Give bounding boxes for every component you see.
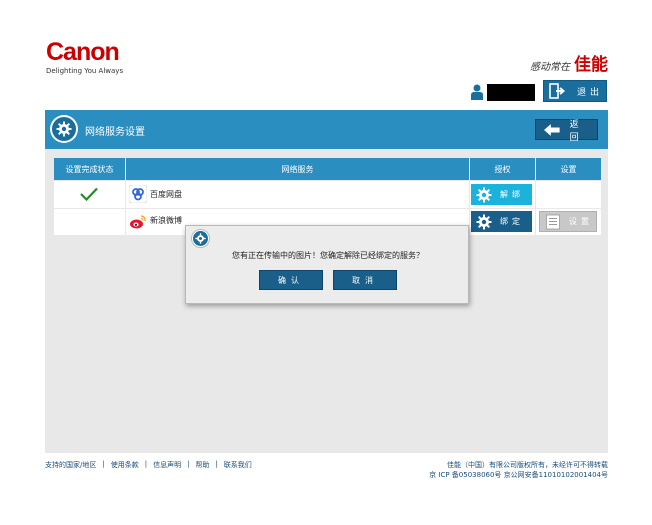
- user-name-redacted: [487, 84, 535, 101]
- back-arrow-icon: [544, 123, 560, 136]
- footer-link-contact[interactable]: 联系我们: [224, 460, 252, 470]
- header-settings: 设置: [536, 158, 601, 180]
- header-status: 设置完成状态: [54, 158, 126, 180]
- unbind-button[interactable]: 解绑: [471, 184, 532, 205]
- bind-button[interactable]: 绑定: [471, 211, 532, 232]
- weibo-icon: [130, 215, 146, 229]
- table-row: [54, 209, 125, 235]
- footer-link-help[interactable]: 帮助: [195, 460, 209, 470]
- table-row: 解绑: [470, 181, 535, 208]
- logout-button[interactable]: 退出: [543, 80, 607, 102]
- slogan-small: 感动常在: [530, 62, 570, 73]
- cancel-button[interactable]: 取消: [333, 270, 397, 290]
- table-row: [536, 181, 601, 208]
- service-name: 新浪微博: [150, 216, 182, 225]
- copyright: 佳能（中国）有限公司版权所有，未经许可不得转载 京 ICP 备05038060号…: [429, 460, 608, 480]
- slogan: 感动常在 佳能: [530, 50, 608, 75]
- gear-icon: [476, 187, 492, 202]
- panel-title: 网络服务设置: [85, 127, 145, 138]
- settings-label: 设置: [569, 217, 593, 226]
- bind-label: 绑定: [500, 217, 524, 226]
- footer-links: 支持的国家/地区 | 使用条款 | 信息声明 | 帮助 | 联系我们: [45, 460, 252, 470]
- dialog-message: 您有正在传输中的图片！您确定解除已经绑定的服务？: [232, 251, 424, 260]
- footer-link-regions[interactable]: 支持的国家/地区: [45, 460, 96, 470]
- baidu-icon: [129, 185, 147, 203]
- confirm-dialog: 您有正在传输中的图片！您确定解除已经绑定的服务？ 确认 取消: [185, 225, 469, 304]
- table-row: 设置: [536, 209, 601, 235]
- settings-button[interactable]: 设置: [539, 211, 597, 232]
- gear-icon: [50, 115, 78, 143]
- service-name: 百度网盘: [150, 190, 182, 199]
- table-row: [54, 181, 125, 208]
- footer-link-terms[interactable]: 使用条款: [111, 460, 139, 470]
- confirm-button[interactable]: 确认: [259, 270, 323, 290]
- brand-name: Canon: [46, 38, 120, 66]
- copyright-text: 佳能（中国）有限公司版权所有，未经许可不得转载: [447, 461, 608, 469]
- back-button[interactable]: 返回: [535, 119, 598, 143]
- gear-icon: [191, 229, 210, 248]
- check-icon: [80, 187, 98, 201]
- brand-tagline: Delighting You Always: [46, 67, 124, 75]
- footer-link-disclaimer[interactable]: 信息声明: [153, 460, 181, 470]
- list-icon: [546, 214, 560, 229]
- unbind-label: 解绑: [500, 190, 524, 199]
- icp-text: 京 ICP 备05038060号 京公网安备11010102001404号: [429, 471, 608, 479]
- panel-titlebar: 网络服务设置 返回: [45, 110, 608, 149]
- header-auth: 授权: [470, 158, 536, 180]
- user-icon: [471, 84, 483, 100]
- table-row: 百度网盘: [126, 181, 469, 208]
- slogan-big: 佳能: [574, 55, 608, 75]
- back-label: 返回: [569, 119, 584, 143]
- logout-icon: [549, 83, 566, 99]
- logout-label: 退出: [577, 87, 604, 98]
- table-row: 绑定: [470, 209, 535, 235]
- gear-icon: [476, 214, 492, 229]
- header-service: 网络服务: [126, 158, 470, 180]
- canon-logo: Canon Delighting You Always: [46, 38, 124, 76]
